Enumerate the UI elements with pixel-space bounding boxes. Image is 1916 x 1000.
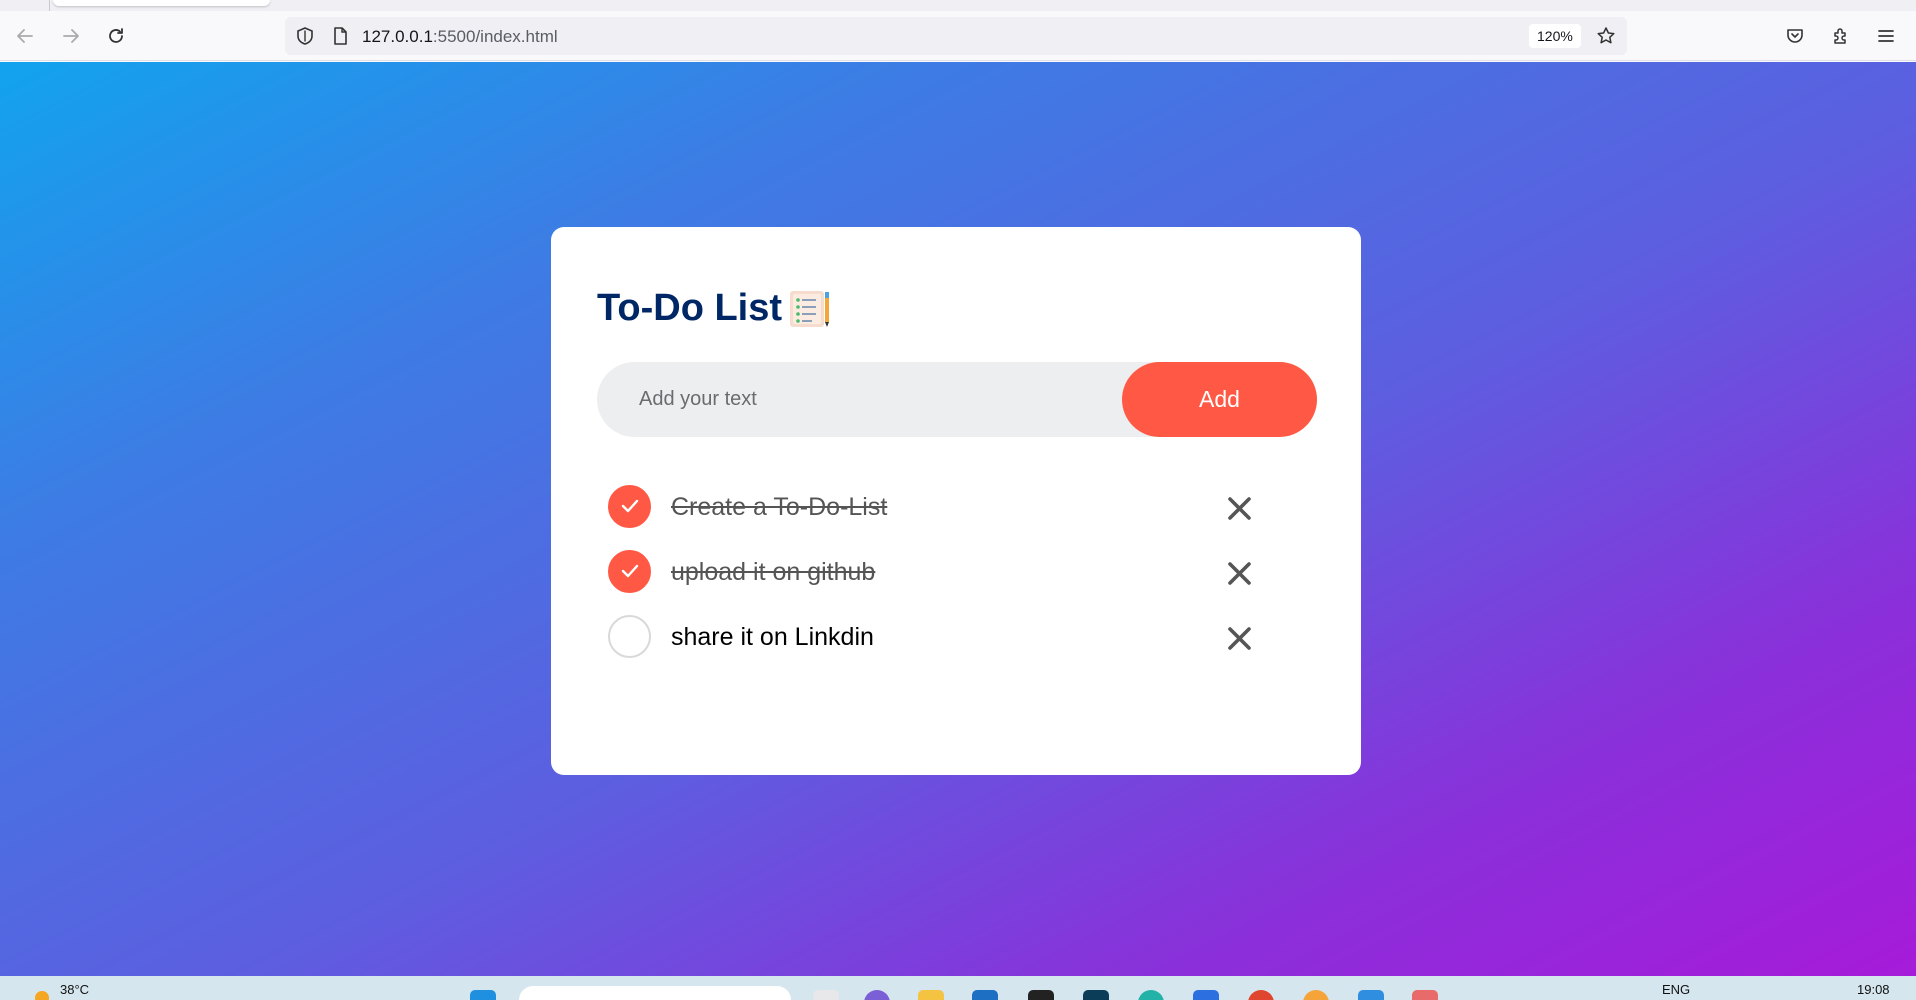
back-button[interactable]: [11, 22, 39, 50]
page-viewport: To-Do List Add Create a To-Do-List: [0, 62, 1916, 976]
tab-strip: [0, 0, 1916, 11]
add-button[interactable]: Add: [1122, 362, 1317, 437]
page-icon: [334, 27, 347, 45]
close-icon: [1227, 496, 1251, 520]
task-text: upload it on github: [671, 558, 876, 586]
close-icon: [1227, 626, 1251, 650]
firefox-icon[interactable]: [1303, 990, 1329, 1000]
chat-app-icon[interactable]: [864, 990, 890, 1000]
reload-icon: [109, 28, 123, 43]
task-input-row: Add: [597, 362, 1317, 437]
os-taskbar: 38°C ENG 19:08: [0, 976, 1916, 1000]
task-item[interactable]: share it on Linkdin: [597, 607, 1317, 672]
file-explorer-icon[interactable]: [918, 990, 944, 1000]
task-text: Create a To-Do-List: [671, 493, 888, 521]
edge-browser-icon[interactable]: [1138, 990, 1164, 1000]
url-bar[interactable]: 127.0.0.1:5500/index.html 120%: [285, 17, 1627, 55]
url-text[interactable]: 127.0.0.1:5500/index.html: [362, 27, 558, 47]
tab-separator: [49, 0, 50, 11]
reload-button[interactable]: [102, 22, 130, 50]
messaging-app-icon[interactable]: [1193, 990, 1219, 1000]
delete-task-button[interactable]: [1219, 488, 1259, 528]
forward-arrow-icon: [63, 29, 79, 43]
start-menu-icon[interactable]: [470, 990, 496, 1000]
page-title: To-Do List: [597, 287, 783, 329]
taskbar-search-box[interactable]: [519, 986, 791, 1000]
forward-button[interactable]: [57, 22, 85, 50]
task-input[interactable]: [639, 362, 1099, 437]
dropbox-icon[interactable]: [1028, 990, 1054, 1000]
back-arrow-icon: [17, 29, 33, 43]
browser-toolbar: 127.0.0.1:5500/index.html 120%: [0, 11, 1916, 61]
checkmark-icon: [621, 564, 639, 578]
task-list: Create a To-Do-List upload it on github: [597, 477, 1317, 672]
todo-card: To-Do List Add Create a To-Do-List: [551, 227, 1361, 775]
url-host: 127.0.0.1: [362, 27, 433, 46]
task-checkbox[interactable]: [608, 550, 651, 593]
app-icon[interactable]: [1083, 990, 1109, 1000]
vscode-icon[interactable]: [1358, 990, 1384, 1000]
system-clock[interactable]: 19:08: [1857, 982, 1890, 997]
active-tab[interactable]: [53, 0, 270, 6]
chrome-icon[interactable]: [1248, 990, 1274, 1000]
delete-task-button[interactable]: [1219, 618, 1259, 658]
task-checkbox[interactable]: [608, 615, 651, 658]
zoom-level-badge[interactable]: 120%: [1529, 24, 1581, 48]
task-item[interactable]: Create a To-Do-List: [597, 477, 1317, 542]
store-icon[interactable]: [972, 990, 998, 1000]
checklist-notepad-icon: [790, 291, 829, 327]
task-text: share it on Linkdin: [671, 623, 874, 651]
hamburger-menu-icon: [1878, 30, 1894, 42]
bookmark-star-icon[interactable]: [1596, 26, 1616, 46]
pocket-button[interactable]: [1781, 22, 1809, 50]
app-icon[interactable]: [1412, 990, 1438, 1000]
weather-sun-icon[interactable]: [35, 991, 49, 1000]
task-item[interactable]: upload it on github: [597, 542, 1317, 607]
url-path: :5500/index.html: [432, 27, 558, 46]
delete-task-button[interactable]: [1219, 553, 1259, 593]
shield-icon[interactable]: [295, 26, 315, 46]
language-indicator[interactable]: ENG: [1662, 982, 1690, 997]
menu-button[interactable]: [1872, 22, 1900, 50]
extensions-button[interactable]: [1827, 22, 1855, 50]
task-view-icon[interactable]: [813, 990, 839, 1000]
task-checkbox[interactable]: [608, 485, 651, 528]
weather-temperature[interactable]: 38°C: [60, 982, 89, 997]
pocket-icon: [1787, 29, 1803, 43]
checkmark-icon: [621, 499, 639, 513]
puzzle-icon: [1834, 28, 1846, 44]
close-icon: [1227, 561, 1251, 585]
